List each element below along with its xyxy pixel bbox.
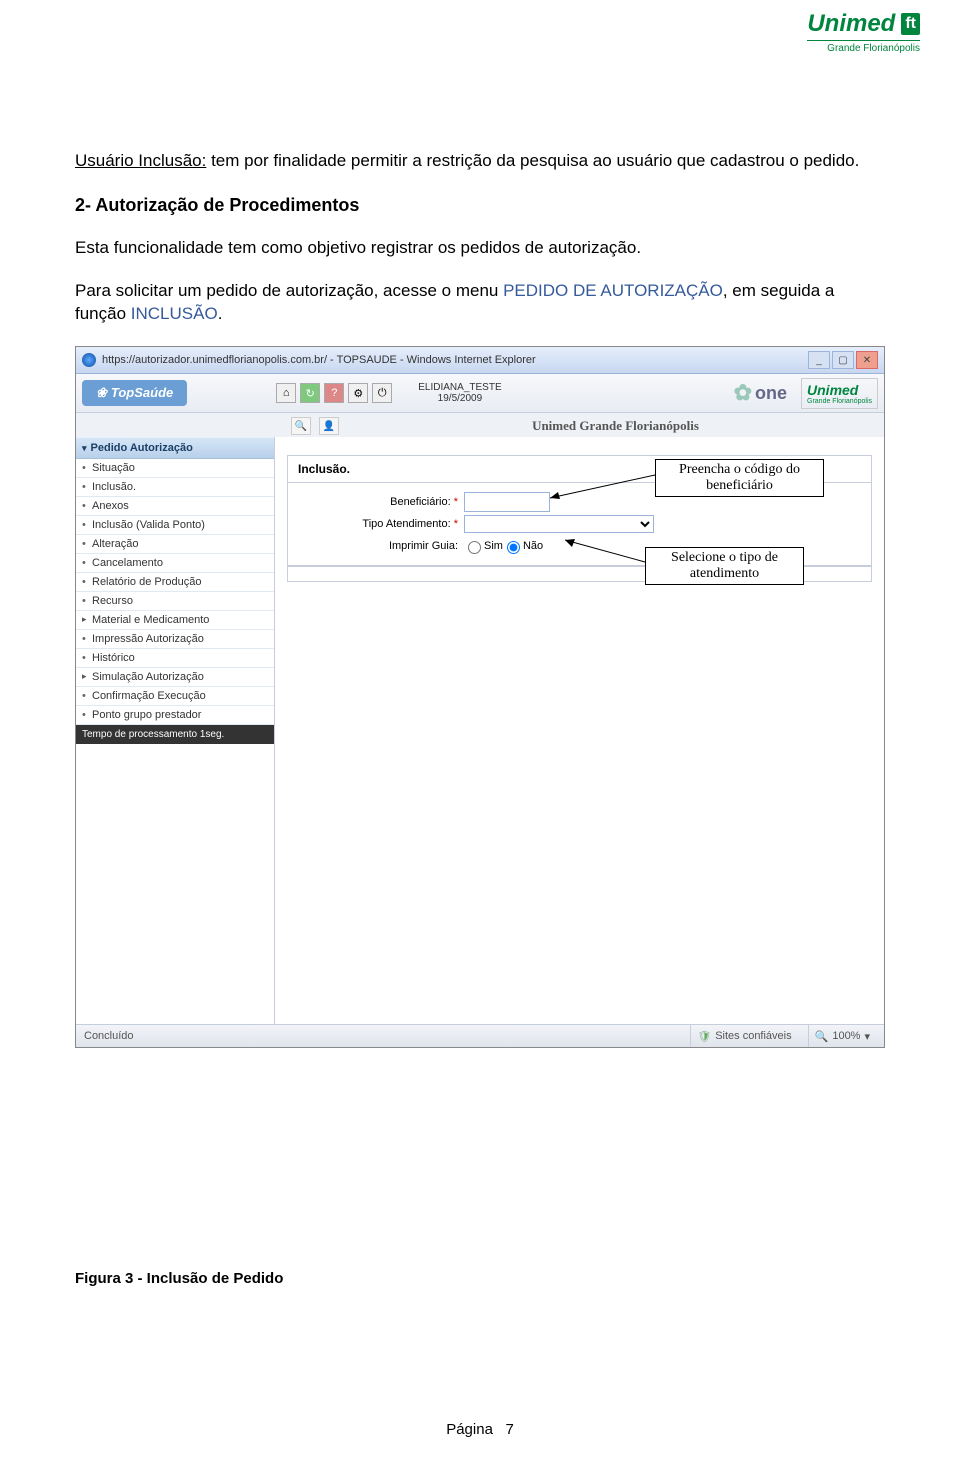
sidebar-item-ponto-grupo[interactable]: Ponto grupo prestador: [76, 706, 274, 725]
app-toolbar: TopSaúde ⌂ ↻ ? ⚙ ⏻ ELIDIANA_TESTE 19/5/2…: [76, 374, 884, 413]
imprimir-sim-radio[interactable]: [468, 541, 481, 554]
exit-icon[interactable]: ⏻: [372, 383, 392, 403]
imprimir-sim-text: Sim: [484, 540, 503, 552]
minimize-button[interactable]: _: [808, 351, 830, 369]
status-zone: 🛡 Sites confiáveis: [690, 1025, 797, 1047]
refresh-icon[interactable]: ↻: [300, 383, 320, 403]
beneficiario-input[interactable]: [464, 492, 550, 512]
user-name: ELIDIANA_TESTE: [418, 382, 501, 393]
paragraph-objetivo: Esta funcionalidade tem como objetivo re…: [75, 237, 885, 260]
sidebar-item-material[interactable]: Material e Medicamento: [76, 611, 274, 630]
sidebar-item-situacao[interactable]: Situação: [76, 459, 274, 478]
menu-name-inclusao: INCLUSÃO: [131, 304, 218, 323]
sidebar-item-inclusao-ponto[interactable]: Inclusão (Valida Ponto): [76, 516, 274, 535]
ie-icon: [82, 353, 96, 367]
help-icon[interactable]: ?: [324, 383, 344, 403]
tipo-atend-label: Tipo Atendimento: *: [288, 518, 464, 530]
menu-name-pedido: PEDIDO DE AUTORIZAÇÃO: [503, 281, 723, 300]
sidebar-item-inclusao[interactable]: Inclusão.: [76, 478, 274, 497]
home-icon[interactable]: ⌂: [276, 383, 296, 403]
callout-tipo: Selecione o tipo de atendimento: [645, 547, 804, 585]
beneficiario-label: Beneficiário: *: [288, 496, 464, 508]
tipo-atend-select[interactable]: [464, 515, 654, 533]
app-subtoolbar: 🔍 👤 Unimed Grande Florianópolis: [76, 413, 884, 440]
screenshot-frame: https://autorizador.unimedflorianopolis.…: [75, 346, 885, 1048]
sidebar-item-simulacao[interactable]: Simulação Autorização: [76, 668, 274, 687]
sidebar-item-anexos[interactable]: Anexos: [76, 497, 274, 516]
maximize-button[interactable]: ▢: [832, 351, 854, 369]
fan-icon: ✿: [734, 380, 752, 406]
sidebar-section-header[interactable]: Pedido Autorização: [76, 437, 274, 459]
imprimir-nao-text: Não: [523, 540, 543, 552]
tool-icon-2[interactable]: 👤: [319, 417, 339, 435]
imprimir-nao-radio[interactable]: [507, 541, 520, 554]
figure-caption: Figura 3 - Inclusão de Pedido: [75, 1270, 283, 1287]
user-block: ELIDIANA_TESTE 19/5/2009: [418, 382, 501, 404]
status-zoom[interactable]: 🔍 100% ▾: [808, 1025, 876, 1047]
chevron-down-icon: ▾: [864, 1030, 870, 1043]
document-content: Usuário Inclusão: tem por finalidade per…: [75, 150, 885, 1048]
brand-subtitle: Grande Florianópolis: [807, 40, 920, 54]
sidebar-footer: Tempo de processamento 1seg.: [76, 725, 274, 744]
toolbar-icons: ⌂ ↻ ? ⚙ ⏻: [276, 383, 392, 403]
status-text: Concluído: [84, 1030, 134, 1042]
user-date: 19/5/2009: [418, 393, 501, 404]
topsaude-logo: TopSaúde: [82, 380, 187, 406]
main-area: Inclusão. Beneficiário: * Tipo Atendimen…: [275, 437, 884, 1025]
sidebar-item-rel-producao[interactable]: Relatório de Produção: [76, 573, 274, 592]
brand-name: Unimed: [807, 10, 895, 38]
brand-header: Unimed ft Grande Florianópolis: [807, 10, 920, 54]
sidebar-item-cancelamento[interactable]: Cancelamento: [76, 554, 274, 573]
sidebar-item-historico[interactable]: Histórico: [76, 649, 274, 668]
sidebar-item-alteracao[interactable]: Alteração: [76, 535, 274, 554]
paragraph-instrucao: Para solicitar um pedido de autorização,…: [75, 280, 885, 326]
paragraph-usuario-inclusao: Usuário Inclusão: tem por finalidade per…: [75, 150, 885, 173]
callout-beneficiario: Preencha o código do beneficiário: [655, 459, 824, 497]
sidebar-item-recurso[interactable]: Recurso: [76, 592, 274, 611]
status-conf: Sites confiáveis: [715, 1030, 791, 1042]
sidebar-item-impressao[interactable]: Impressão Autorização: [76, 630, 274, 649]
sidebar: Pedido Autorização Situação Inclusão. An…: [76, 437, 275, 1025]
tool-icon-1[interactable]: 🔍: [291, 417, 311, 435]
sidebar-item-confirmacao[interactable]: Confirmação Execução: [76, 687, 274, 706]
window-title: https://autorizador.unimedflorianopolis.…: [102, 354, 536, 366]
brand-box: ft: [901, 13, 920, 35]
zoom-icon: 🔍: [815, 1030, 829, 1043]
section-title: 2- Autorização de Procedimentos: [75, 193, 885, 217]
page-number: Página 7: [0, 1421, 960, 1438]
term-usuario-inclusao: Usuário Inclusão:: [75, 151, 206, 170]
shield-icon: 🛡: [697, 1030, 711, 1043]
center-brand: Unimed Grande Florianópolis: [347, 418, 884, 434]
unimed-mini-logo: Unimed Grande Florianópolis: [801, 378, 878, 409]
close-button[interactable]: ✕: [856, 351, 878, 369]
imprimir-label: Imprimir Guia:: [288, 540, 464, 552]
one-logo: ✿ one: [734, 380, 787, 406]
settings-icon[interactable]: ⚙: [348, 383, 368, 403]
window-titlebar: https://autorizador.unimedflorianopolis.…: [76, 347, 884, 374]
statusbar: Concluído 🛡 Sites confiáveis 🔍 100% ▾: [76, 1024, 884, 1047]
